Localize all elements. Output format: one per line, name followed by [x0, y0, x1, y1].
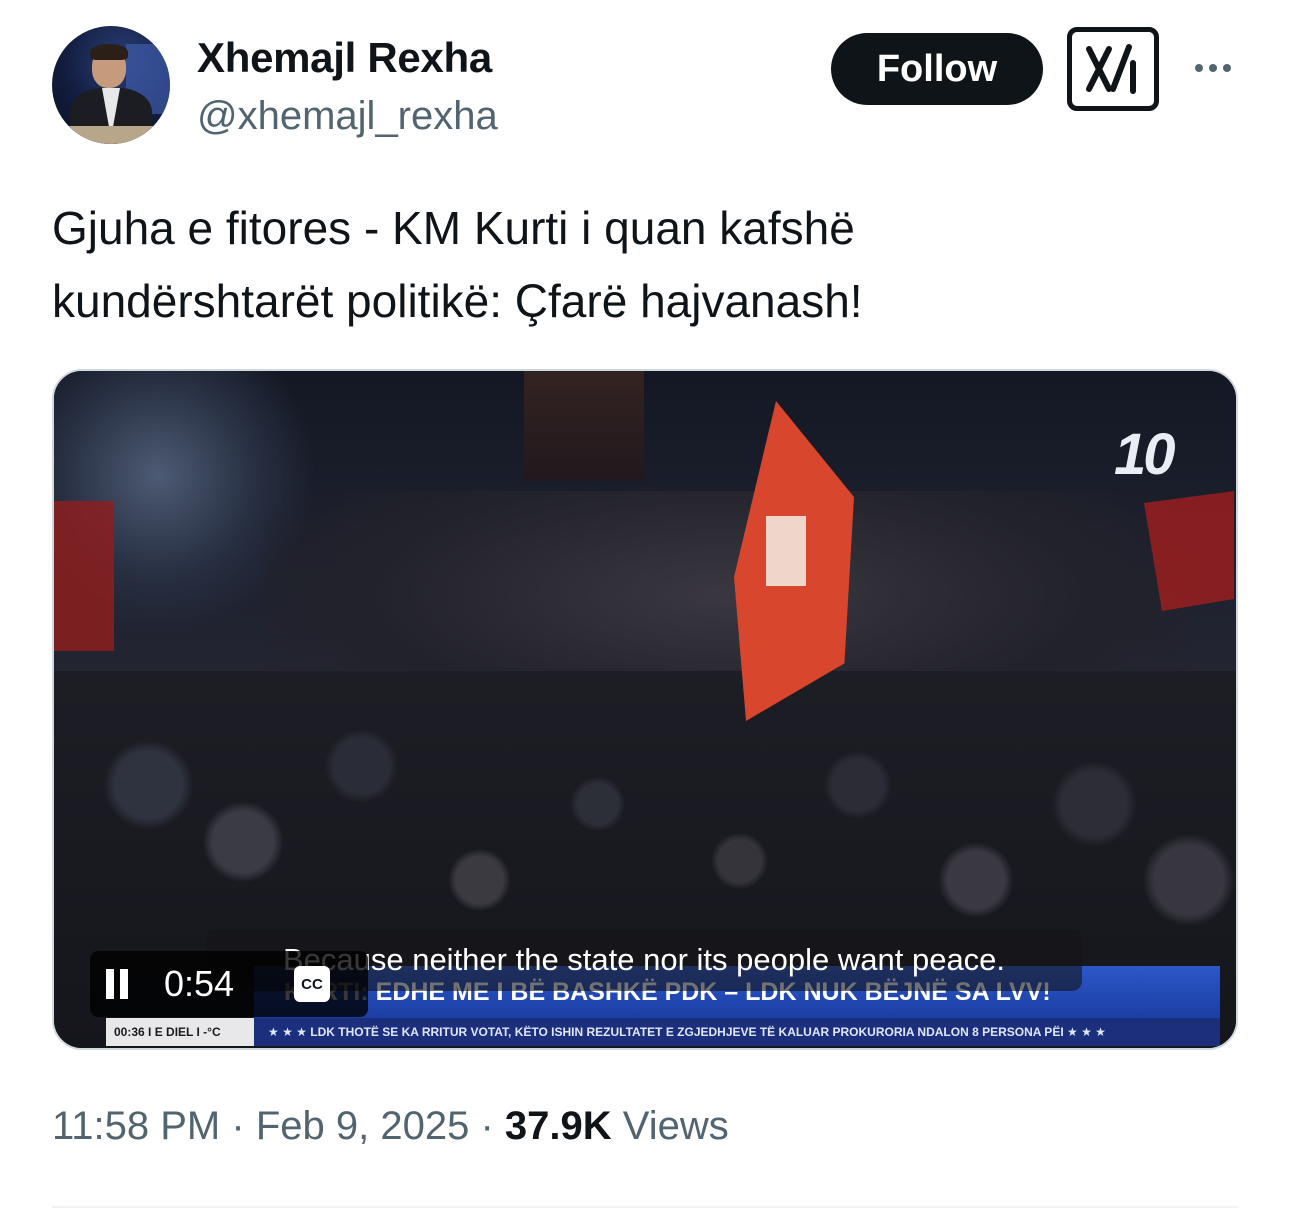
tweet-date[interactable]: Feb 9, 2025	[256, 1104, 470, 1148]
views-count[interactable]: 37.9K	[505, 1104, 612, 1148]
tweet-time[interactable]: 11:58 PM	[52, 1104, 220, 1148]
avatar-hair	[90, 44, 128, 60]
avatar[interactable]	[52, 26, 170, 144]
tweet-text-line: kundërshtarët politikë: Çfarë hajvanash!	[52, 275, 863, 327]
divider	[52, 1206, 1238, 1208]
grok-icon	[1086, 44, 1136, 94]
video-time: 0:54	[164, 963, 235, 1004]
video-flag-emblem	[766, 516, 806, 586]
follow-button[interactable]: Follow	[831, 33, 1043, 105]
meta-separator: ·	[480, 1104, 494, 1148]
views-label: Views	[622, 1104, 729, 1148]
more-horizontal-icon-dot	[1223, 64, 1231, 72]
avatar-desk	[52, 126, 170, 144]
grok-button[interactable]	[1067, 27, 1159, 111]
more-button[interactable]	[1186, 52, 1240, 84]
tweet-meta: 11:58 PM · Feb 9, 2025 · 37.9K Views	[52, 1104, 729, 1149]
author-name[interactable]: Xhemajl Rexha	[197, 34, 492, 82]
meta-separator: ·	[231, 1104, 245, 1148]
video-player[interactable]: 10 KURTI: EDHE ME I BË BASHKË PDK – LDK …	[52, 369, 1238, 1050]
video-controls: 0:54 CC	[90, 951, 368, 1017]
tweet-text: Gjuha e fitores - KM Kurti i quan kafshë…	[52, 192, 1232, 338]
video-flag-left	[54, 501, 114, 651]
more-horizontal-icon-dot	[1209, 64, 1217, 72]
tweet-card: Xhemajl Rexha @xhemajl_rexha Follow Gjuh…	[0, 0, 1290, 1212]
news-ticker-crawl: ★ ★ ★ LDK THOTË SE KA RRITUR VOTAT, KËTO…	[254, 1018, 1220, 1046]
tweet-text-line: Gjuha e fitores - KM Kurti i quan kafshë	[52, 202, 855, 254]
news-ticker-clock: 00:36 I E DIEL I -°C	[106, 1018, 254, 1046]
pause-icon[interactable]	[106, 969, 128, 999]
channel-logo: 10	[1114, 422, 1175, 487]
closed-captions-button[interactable]: CC	[294, 966, 330, 1002]
author-handle[interactable]: @xhemajl_rexha	[197, 94, 498, 139]
video-building	[524, 371, 644, 481]
more-horizontal-icon-dot	[1195, 64, 1203, 72]
